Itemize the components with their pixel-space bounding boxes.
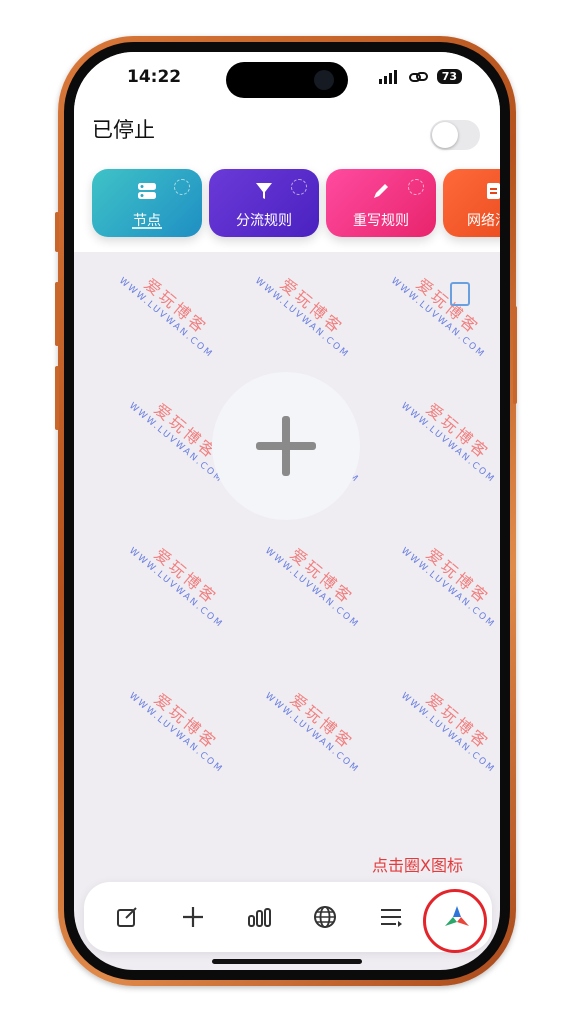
list-icon[interactable] [372,898,410,936]
camera-dot [314,70,334,90]
card-badge [174,179,190,195]
card-badge [408,179,424,195]
watermark: 爱玩博客WWW.LUVWAN.COM [399,544,497,631]
card-nodes[interactable]: 节点 [92,169,202,237]
card-rewrite-rules[interactable]: 重写规则 [326,169,436,237]
watermark: 爱玩博客WWW.LUVWAN.COM [399,689,497,776]
card-underline [132,227,162,229]
watermark: 爱玩博客WWW.LUVWAN.COM [399,399,497,486]
annotation-text: 点击圈X图标 [372,856,463,875]
card-filter-rules[interactable]: 分流规则 [209,169,319,237]
watermark: 爱玩博客WWW.LUVWAN.COM [117,274,215,361]
side-button-power [513,306,517,404]
watermark: 爱玩博客WWW.LUVWAN.COM [127,544,225,631]
side-button-volume-up [55,282,59,346]
feature-cards: 节点 分流规则 重写规则 网络活 [92,169,500,237]
status-icons: 73 [378,69,462,84]
battery-indicator: 73 [436,69,462,84]
document-icon [450,282,470,306]
bar-chart-icon[interactable] [240,898,278,936]
card-label: 网络活 [467,213,500,229]
watermark: 爱玩博客WWW.LUVWAN.COM [263,689,361,776]
app-header: 14:22 73 已停止 节点 分流规则 重写规则 网络 [74,52,500,252]
side-button-volume-down [55,366,59,430]
status-time: 14:22 [127,67,182,87]
watermark: 爱玩博客WWW.LUVWAN.COM [253,274,351,361]
side-button-action [55,212,59,252]
toggle-knob [432,122,458,148]
watermark: 爱玩博客WWW.LUVWAN.COM [389,274,487,361]
card-label: 分流规则 [236,213,292,229]
plus-icon[interactable] [174,898,212,936]
app-screen: 14:22 73 已停止 节点 分流规则 重写规则 网络 爱玩博客 WWW.LU… [74,52,500,970]
globe-icon[interactable] [306,898,344,936]
link-icon [408,71,428,82]
edit-icon[interactable] [108,898,146,936]
card-label: 重写规则 [353,213,409,229]
home-indicator [212,959,362,964]
watermark: 爱玩博客WWW.LUVWAN.COM [127,689,225,776]
watermark: 爱玩博客WWW.LUVWAN.COM [263,544,361,631]
vpn-toggle[interactable] [430,120,480,150]
highlight-circle [423,889,487,953]
plus-icon [256,442,316,450]
signal-icon [378,69,397,84]
card-badge [291,179,307,195]
add-config-button[interactable] [212,372,360,520]
card-network-activity[interactable]: 网络活 [443,169,500,237]
document-icon [483,181,500,206]
connection-status-title: 已停止 [92,118,155,142]
